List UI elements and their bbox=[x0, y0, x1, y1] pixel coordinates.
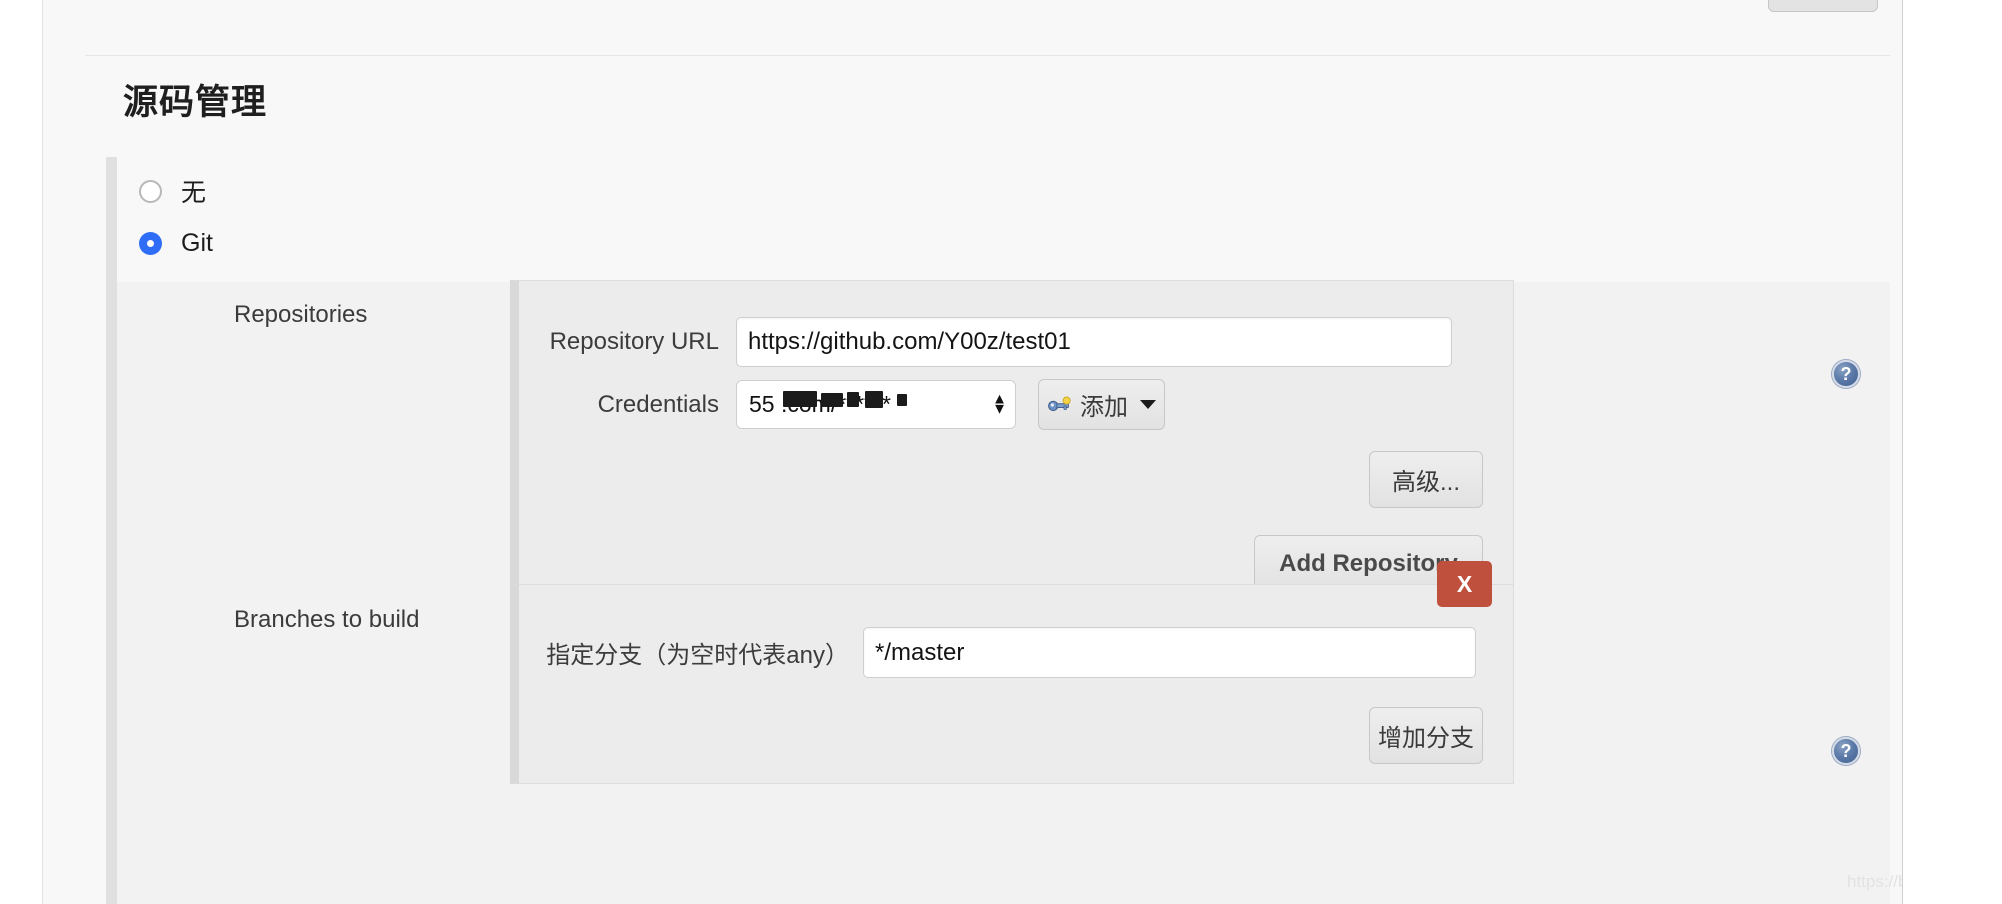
branch-specifier-line: 指定分支（为空时代表any） */master bbox=[519, 627, 1476, 678]
jenkins-job-config-screen: 源码管理 无 Git Repositories Repository URL h… bbox=[0, 0, 2002, 904]
select-spinner-icon[interactable]: ▲ ▼ bbox=[992, 391, 1007, 416]
chevron-down-icon[interactable] bbox=[1140, 400, 1156, 409]
page-title: 源码管理 bbox=[123, 83, 268, 122]
git-settings-region: Repositories Repository URL https://gith… bbox=[106, 280, 1890, 904]
add-credentials-label: 添加 bbox=[1080, 394, 1128, 421]
redaction-mask bbox=[821, 393, 843, 407]
branch-panel: 指定分支（为空时代表any） */master 增加分支 bbox=[510, 584, 1514, 784]
advanced-button[interactable]: 高级... bbox=[1369, 451, 1483, 508]
radio-icon-selected[interactable] bbox=[139, 232, 162, 255]
redaction-mask bbox=[865, 391, 883, 408]
radio-icon-unselected[interactable] bbox=[139, 179, 162, 203]
add-branch-button[interactable]: 增加分支 bbox=[1369, 707, 1483, 764]
top-partial-button[interactable] bbox=[1768, 0, 1878, 12]
scm-option-none-label: 无 bbox=[181, 179, 207, 207]
scm-option-none[interactable]: 无 bbox=[139, 173, 206, 209]
redaction-mask bbox=[783, 391, 817, 407]
scm-option-git[interactable]: Git bbox=[139, 229, 213, 258]
scm-option-git-label: Git bbox=[181, 229, 213, 257]
delete-branch-button[interactable]: X bbox=[1437, 561, 1492, 607]
scm-radio-group: 无 Git bbox=[106, 157, 1890, 282]
repository-url-label: Repository URL bbox=[549, 328, 719, 355]
repository-url-input[interactable]: https://github.com/Y00z/test01 bbox=[736, 317, 1452, 367]
repositories-row-label: Repositories bbox=[234, 301, 368, 328]
page-content-column: 源码管理 无 Git Repositories Repository URL h… bbox=[42, 0, 2002, 904]
branch-specifier-input[interactable]: */master bbox=[863, 627, 1476, 678]
repository-panel: Repository URL https://github.com/Y00z/t… bbox=[510, 280, 1514, 602]
repository-url-line: Repository URL https://github.com/Y00z/t… bbox=[519, 317, 1452, 367]
credentials-label: Credentials bbox=[597, 390, 719, 418]
redaction-mask bbox=[847, 392, 859, 407]
branches-row-label: Branches to build bbox=[234, 606, 420, 633]
section-divider bbox=[85, 55, 1890, 56]
right-gutter bbox=[1902, 0, 2002, 904]
help-icon-branches[interactable]: ? bbox=[1832, 737, 1860, 765]
credentials-line: Credentials 55 .com/****** ▲ ▼ 添加 bbox=[519, 379, 1165, 430]
redaction-mask bbox=[897, 394, 907, 406]
key-icon bbox=[1048, 396, 1071, 411]
branch-specifier-label: 指定分支（为空时代表any） bbox=[546, 642, 849, 669]
credentials-select[interactable]: 55 .com/****** ▲ ▼ bbox=[736, 380, 1016, 429]
add-credentials-button[interactable]: 添加 bbox=[1038, 379, 1165, 430]
help-icon-repository-url[interactable]: ? bbox=[1832, 360, 1860, 388]
